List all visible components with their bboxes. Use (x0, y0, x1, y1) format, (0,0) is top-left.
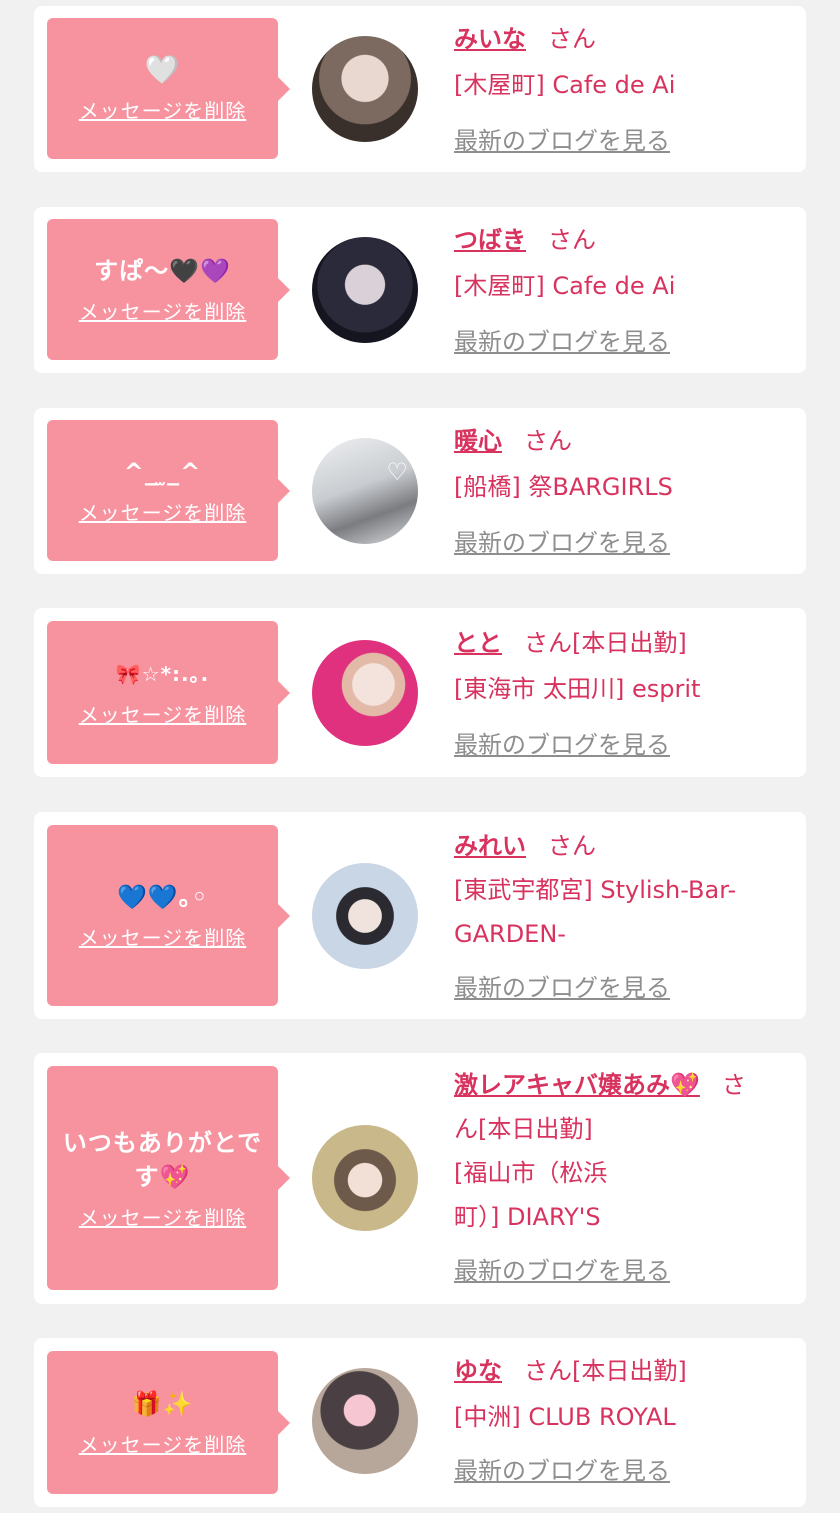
avatar[interactable] (312, 640, 418, 746)
cast-info: みいな さん [木屋町] Cafe de Ai 最新のブログを見る (454, 16, 794, 164)
message-card: いつもありがとで す💖 メッセージを削除 激レアキャバ嬢あみ💖 さ ん[本日出勤]… (34, 1053, 806, 1304)
latest-blog-link[interactable]: 最新のブログを見る (454, 1448, 670, 1494)
message-bubble: 🤍 メッセージを削除 (47, 18, 290, 159)
cast-name-link[interactable]: ゆな (454, 1357, 502, 1385)
latest-blog-link[interactable]: 最新のブログを見る (454, 1249, 670, 1293)
honorific: さん (548, 226, 596, 254)
cast-name-link[interactable]: みれい (454, 832, 526, 860)
message-text: 🎁✨ (131, 1390, 194, 1418)
latest-blog-link[interactable]: 最新のブログを見る (454, 118, 670, 164)
delete-message-link[interactable]: メッセージを削除 (79, 1202, 247, 1231)
cast-info: とと さん[本日出勤] [東海市 太田川] esprit 最新のブログを見る (454, 620, 794, 768)
avatar[interactable] (312, 863, 418, 969)
attendance-status: [本日出勤] (572, 629, 687, 657)
delete-message-link[interactable]: メッセージを削除 (79, 497, 247, 526)
honorific: さん (524, 427, 572, 455)
latest-blog-link[interactable]: 最新のブログを見る (454, 722, 670, 768)
honorific: さん (524, 1357, 572, 1385)
message-card: ^_ ̫_^ メッセージを削除 ♡ 暖心 さん [船橋] 祭BARGIRLS 最新… (34, 408, 806, 574)
honorific: さ (721, 1071, 746, 1099)
shop-name: [福山市（松浜 (454, 1159, 608, 1187)
cast-info: 暖心 さん [船橋] 祭BARGIRLS 最新のブログを見る (454, 418, 794, 566)
message-text: いつもありがとで (62, 1128, 263, 1157)
shop-name: [木屋町] Cafe de Ai (454, 71, 676, 99)
delete-message-link[interactable]: メッセージを削除 (79, 95, 247, 124)
attendance-status: [本日出勤] (572, 1357, 687, 1385)
delete-message-link[interactable]: メッセージを削除 (79, 1429, 247, 1458)
delete-message-link[interactable]: メッセージを削除 (79, 296, 247, 325)
latest-blog-link[interactable]: 最新のブログを見る (454, 520, 670, 566)
honorific: さん (548, 832, 596, 860)
cast-name-link[interactable]: とと (454, 629, 502, 657)
avatar[interactable] (312, 36, 418, 142)
message-bubble: 🎀☆*:.｡. メッセージを削除 (47, 621, 290, 764)
honorific: さん (548, 25, 596, 53)
avatar[interactable] (312, 237, 418, 343)
message-text-continued: す💖 (134, 1162, 191, 1191)
message-bubble: 🎁✨ メッセージを削除 (47, 1351, 290, 1494)
shop-name: [中洲] CLUB ROYAL (454, 1403, 676, 1431)
delete-message-link[interactable]: メッセージを削除 (79, 699, 247, 728)
shop-name-continued: GARDEN- (454, 920, 566, 948)
message-bubble: すぱ〜🖤💜 メッセージを削除 (47, 219, 290, 360)
message-bubble: 💙💙｡◦ メッセージを削除 (47, 825, 290, 1006)
heart-icon: ♡ (386, 458, 408, 486)
message-card: 🎁✨ メッセージを削除 ゆな さん[本日出勤] [中洲] CLUB ROYAL 最… (34, 1338, 806, 1507)
message-card: すぱ〜🖤💜 メッセージを削除 つばき さん [木屋町] Cafe de Ai 最新… (34, 207, 806, 373)
message-text: 🤍 (144, 53, 181, 86)
attendance-status: ん[本日出勤] (454, 1115, 593, 1143)
shop-name: [東海市 太田川] esprit (454, 675, 701, 703)
message-text: 🎀☆*:.｡. (115, 662, 210, 686)
cast-info: ゆな さん[本日出勤] [中洲] CLUB ROYAL 最新のブログを見る (454, 1348, 794, 1494)
cast-name-link[interactable]: 暖心 (454, 427, 502, 455)
shop-name: [東武宇都宮] Stylish-Bar- (454, 876, 737, 904)
avatar[interactable] (312, 1125, 418, 1231)
latest-blog-link[interactable]: 最新のブログを見る (454, 966, 670, 1010)
honorific: さん (524, 629, 572, 657)
message-text: ^_ ̫_^ (123, 458, 202, 486)
shop-name: [船橋] 祭BARGIRLS (454, 473, 673, 501)
cast-info: つばき さん [木屋町] Cafe de Ai 最新のブログを見る (454, 217, 794, 365)
latest-blog-link[interactable]: 最新のブログを見る (454, 319, 670, 365)
message-bubble: ^_ ̫_^ メッセージを削除 (47, 420, 290, 561)
message-card: 🎀☆*:.｡. メッセージを削除 とと さん[本日出勤] [東海市 太田川] es… (34, 608, 806, 777)
delete-message-link[interactable]: メッセージを削除 (79, 922, 247, 951)
message-card: 💙💙｡◦ メッセージを削除 みれい さん [東武宇都宮] Stylish-Bar-… (34, 812, 806, 1019)
cast-name-link[interactable]: みいな (454, 25, 526, 53)
cast-name-link[interactable]: 激レアキャバ嬢あみ💖 (454, 1071, 700, 1099)
shop-name-continued: 町）] DIARY'S (454, 1203, 601, 1231)
message-bubble: いつもありがとで す💖 メッセージを削除 (47, 1066, 290, 1290)
cast-info: 激レアキャバ嬢あみ💖 さ ん[本日出勤] [福山市（松浜 町）] DIARY'S … (454, 1063, 794, 1293)
avatar[interactable] (312, 1368, 418, 1474)
cast-name-link[interactable]: つばき (454, 226, 526, 254)
message-card: 🤍 メッセージを削除 みいな さん [木屋町] Cafe de Ai 最新のブログ… (34, 6, 806, 172)
message-text: 💙💙｡◦ (116, 883, 209, 911)
shop-name: [木屋町] Cafe de Ai (454, 272, 676, 300)
avatar[interactable]: ♡ (312, 438, 418, 544)
message-text: すぱ〜🖤💜 (94, 257, 231, 285)
cast-info: みれい さん [東武宇都宮] Stylish-Bar- GARDEN- 最新のブロ… (454, 824, 794, 1010)
